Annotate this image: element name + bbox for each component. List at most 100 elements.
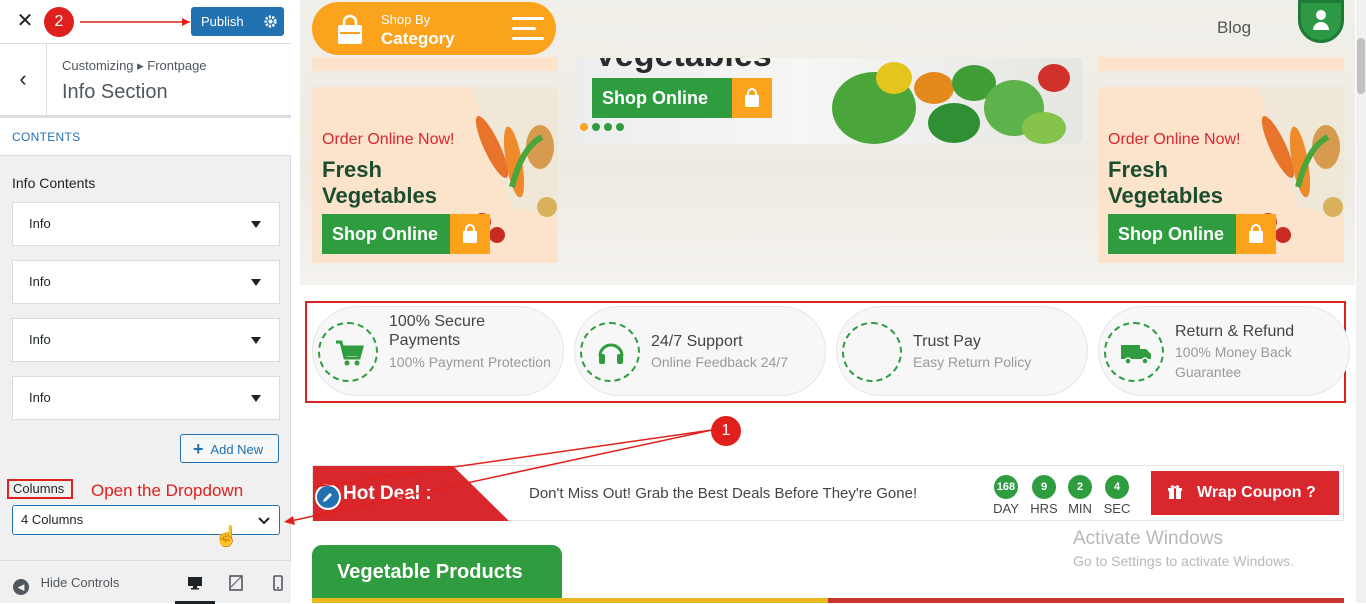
bag-icon-box	[450, 214, 490, 254]
info-item[interactable]: Info	[12, 260, 280, 304]
promo-order-text: Order Online Now!	[1108, 131, 1241, 148]
promo-shop-online-button[interactable]: Shop Online	[322, 214, 490, 254]
feature-card: Return & Refund 100% Money Back Guarante…	[1098, 306, 1350, 396]
wrap-coupon-label: Wrap Coupon ?	[1197, 484, 1316, 501]
wrap-coupon-button[interactable]: Wrap Coupon ?	[1151, 471, 1339, 515]
desktop-preview-button[interactable]	[175, 571, 215, 604]
feature-card: 100% Secure Payments 100% Payment Protec…	[312, 306, 564, 396]
tablet-icon	[229, 575, 243, 591]
columns-select[interactable]: 4 Columns	[12, 505, 280, 535]
countdown-hrs: 9 HRS	[1029, 475, 1059, 516]
category-stripe-yellow	[312, 598, 828, 603]
hide-controls-label: Hide Controls	[40, 575, 120, 590]
feature-subtitle: Easy Return Policy	[913, 354, 1032, 370]
add-new-label: Add New	[210, 442, 264, 457]
feature-icon-ring	[1104, 322, 1164, 382]
info-item-label: Info	[29, 274, 51, 289]
feature-icon-ring	[318, 322, 378, 382]
feature-subtitle: 100% Payment Protection	[389, 354, 551, 370]
banner-shop-online-button[interactable]: Shop Online	[592, 78, 772, 118]
feature-title: Trust Pay	[913, 333, 981, 350]
publish-button[interactable]: Publish	[191, 7, 284, 36]
feature-title: Return & Refund	[1175, 323, 1295, 340]
gift-icon	[1168, 485, 1182, 499]
info-item[interactable]: Info	[12, 318, 280, 362]
caret-down-icon	[251, 279, 261, 286]
columns-label: Columns	[7, 479, 73, 499]
promo-shop-online-button[interactable]: Shop Online	[1108, 214, 1276, 254]
tablet-preview-button[interactable]	[216, 571, 256, 604]
promo-title: Fresh Vegetables	[322, 157, 437, 208]
countdown-unit: HRS	[1030, 501, 1058, 516]
truck-icon	[1121, 345, 1151, 365]
shop-by-big-label: Category	[381, 29, 455, 48]
promo-card-top	[1098, 57, 1344, 71]
shop-by-category-button[interactable]: Shop By Category	[312, 2, 556, 55]
shop-online-label: Shop Online	[602, 88, 708, 108]
countdown-sec: 4 SEC	[1102, 475, 1132, 516]
info-contents-label: Info Contents	[12, 175, 96, 191]
hero-banner: Vegetables Shop Online	[574, 58, 1082, 144]
add-new-button[interactable]: + Add New	[180, 434, 279, 463]
chevron-down-icon	[258, 517, 270, 525]
cart-icon	[336, 340, 364, 366]
shop-online-label: Shop Online	[1118, 224, 1224, 244]
promo-card-left: Order Online Now! Fresh Vegetables Shop …	[312, 87, 558, 263]
products-tab[interactable]: Vegetable Products	[312, 545, 562, 603]
info-item[interactable]: Info	[12, 376, 280, 420]
mobile-preview-button[interactable]	[258, 571, 298, 604]
shop-by-small-label: Shop By	[381, 12, 431, 27]
countdown-value: 9	[1032, 475, 1056, 499]
hot-deal-bar: Hot Deal : Don't Miss Out! Grab the Best…	[312, 465, 1344, 521]
promo-card-top	[312, 57, 558, 71]
back-arrow-icon[interactable]: ‹	[0, 44, 47, 115]
bag-icon-box	[1236, 214, 1276, 254]
feature-subtitle: 100% Money Back Guarantee	[1175, 344, 1292, 380]
windows-watermark-subtitle: Go to Settings to activate Windows.	[1073, 553, 1294, 569]
desktop-icon	[188, 577, 202, 590]
feature-subtitle: Online Feedback 24/7	[651, 354, 788, 370]
hide-controls-button[interactable]: ◀ Hide Controls	[13, 575, 119, 595]
site-preview: Shop By Category Blog Vegetables Shop On…	[300, 0, 1355, 603]
edit-pencil-icon[interactable]	[315, 484, 341, 510]
plus-icon: +	[193, 439, 204, 459]
info-item-label: Info	[29, 216, 51, 231]
contents-heading: CONTENTS	[0, 118, 291, 156]
shopping-bag-icon	[1249, 224, 1263, 243]
scrollbar-thumb[interactable]	[1357, 38, 1365, 94]
caret-down-icon	[251, 337, 261, 344]
customizer-footer: ◀ Hide Controls	[0, 560, 291, 604]
collapse-icon: ◀	[13, 579, 29, 595]
info-item-label: Info	[29, 332, 51, 347]
mobile-icon	[273, 575, 283, 591]
info-item[interactable]: Info	[12, 202, 280, 246]
feature-icon-ring	[842, 322, 902, 382]
deal-message: Don't Miss Out! Grab the Best Deals Befo…	[529, 485, 918, 502]
preview-scrollbar[interactable]	[1356, 0, 1366, 603]
section-header: ‹ Customizing ▸ Frontpage Info Section	[0, 44, 291, 118]
windows-watermark-title: Activate Windows	[1073, 528, 1223, 549]
feature-title: 100% Secure Payments	[389, 313, 486, 349]
shopping-bag-icon	[338, 14, 362, 44]
feature-card: 24/7 Support Online Feedback 24/7	[574, 306, 826, 396]
countdown-unit: SEC	[1103, 501, 1131, 516]
slider-dots[interactable]	[580, 118, 628, 136]
breadcrumb: Customizing ▸ Frontpage	[62, 58, 207, 73]
gear-icon[interactable]	[263, 14, 278, 29]
countdown-unit: MIN	[1068, 501, 1092, 516]
menu-icon	[512, 17, 544, 47]
promo-card-right: Order Online Now! Fresh Vegetables Shop …	[1098, 87, 1344, 263]
info-item-label: Info	[29, 390, 51, 405]
close-icon[interactable]: ✕	[14, 10, 36, 32]
hand-cursor-icon: ☝	[214, 526, 239, 548]
shopping-bag-icon	[463, 224, 477, 243]
feature-title: 24/7 Support	[651, 333, 743, 350]
shop-online-label: Shop Online	[332, 224, 438, 244]
pencil-icon	[323, 493, 332, 502]
feature-icon-ring	[580, 322, 640, 382]
nav-blog-link[interactable]: Blog	[1217, 18, 1251, 38]
headphones-icon	[598, 343, 624, 364]
info-features-section: 100% Secure Payments 100% Payment Protec…	[305, 301, 1350, 403]
feature-card: Trust Pay Easy Return Policy	[836, 306, 1088, 396]
annotation-step-2: 2	[44, 7, 74, 37]
